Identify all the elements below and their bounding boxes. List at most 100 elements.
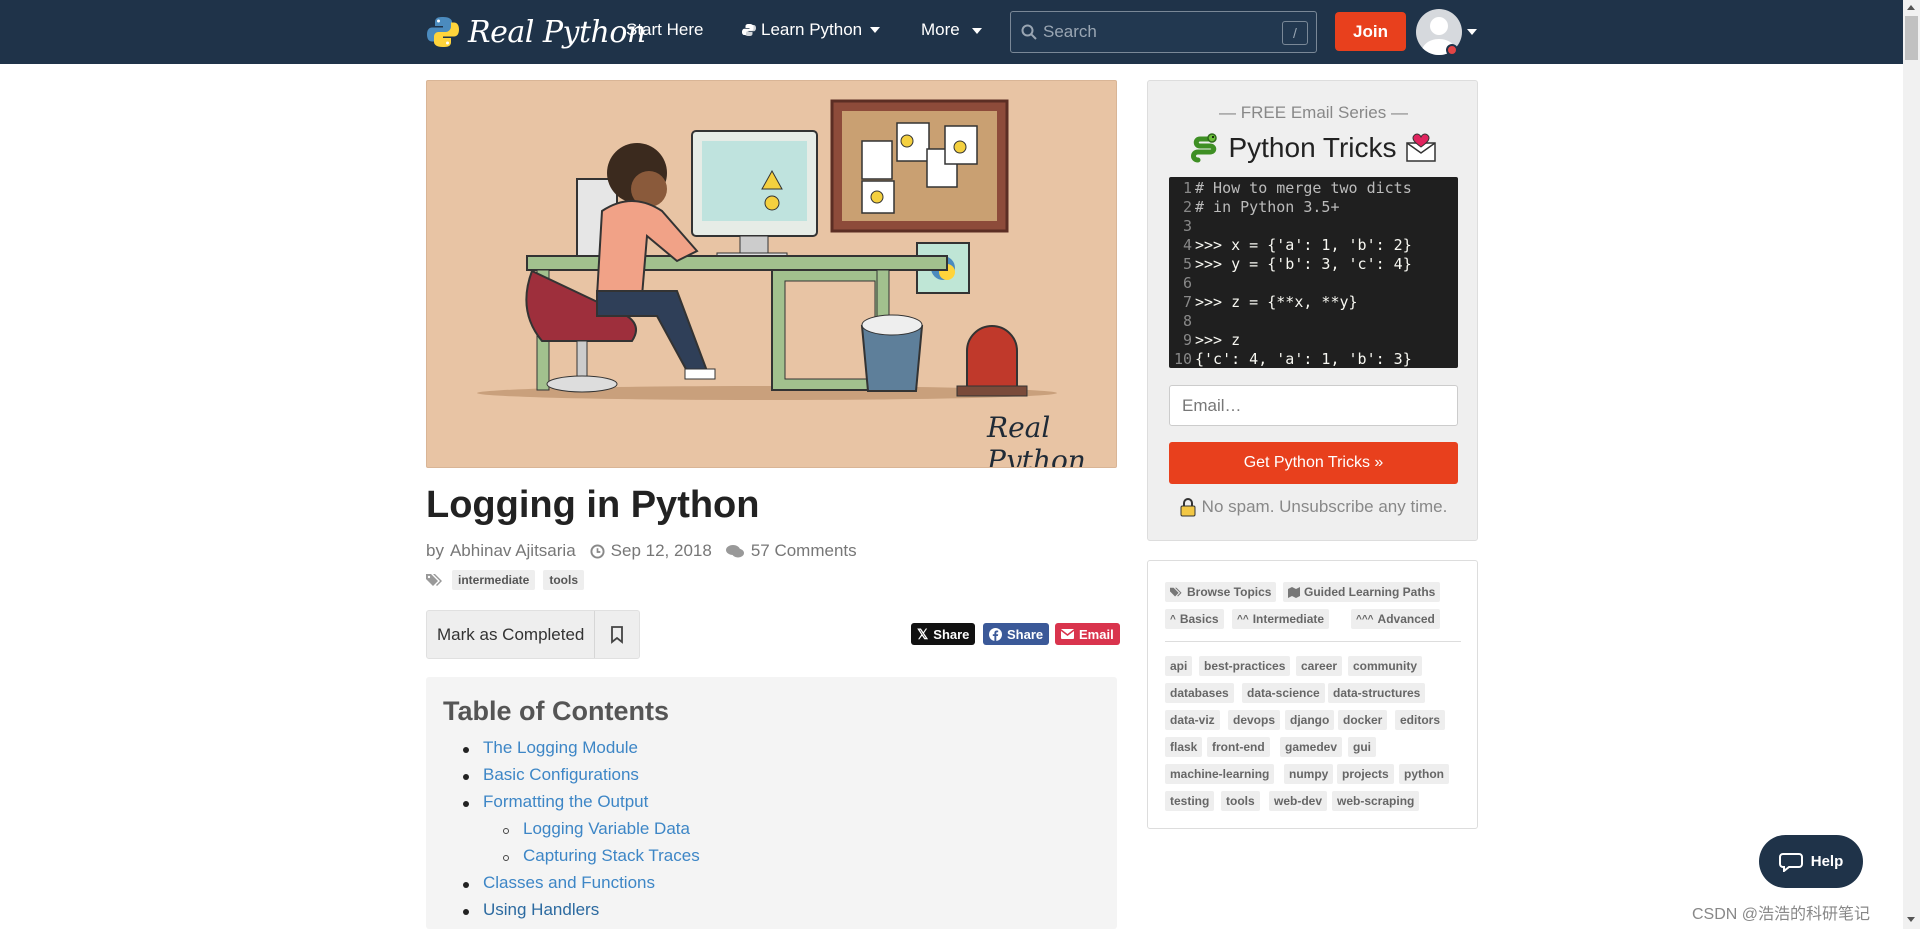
- topic-tag[interactable]: data-viz: [1165, 710, 1220, 730]
- share-x-button[interactable]: 𝕏 Share: [911, 623, 976, 645]
- toc-item[interactable]: Basic Configurations: [483, 765, 639, 785]
- tags-icon: [426, 573, 442, 586]
- brand-name: Real Python: [468, 14, 646, 50]
- code-line: 5 >>> y = {'b': 3, 'c': 4}: [1182, 255, 1412, 273]
- snake-icon: [1191, 133, 1218, 163]
- python-mini-icon: [742, 24, 756, 36]
- tag-chip[interactable]: intermediate: [452, 570, 536, 590]
- topic-tag[interactable]: django: [1285, 710, 1335, 730]
- map-icon: [1288, 586, 1300, 598]
- code-snippet: 1 # How to merge two dicts 2 # in Python 3…: [1169, 177, 1458, 368]
- nav-more-label: More: [921, 20, 960, 39]
- bookmark-button[interactable]: [595, 611, 639, 658]
- mark-completed-button[interactable]: Mark as Completed: [426, 610, 640, 659]
- topic-tag[interactable]: career: [1296, 656, 1343, 676]
- no-spam-text: No spam. Unsubscribe any time.: [1201, 497, 1448, 516]
- topic-tag[interactable]: gui: [1348, 737, 1376, 757]
- topic-tag[interactable]: machine-learning: [1165, 764, 1275, 784]
- share-facebook-label: Share: [1007, 626, 1044, 642]
- topic-tag[interactable]: tools: [1221, 791, 1260, 811]
- topic-tag[interactable]: devops: [1228, 710, 1281, 730]
- chevron-down-icon: [870, 27, 881, 33]
- publish-date: Sep 12, 2018: [610, 541, 712, 560]
- csdn-watermark: CSDN @浩浩的科研笔记: [1692, 906, 1871, 923]
- toc-item[interactable]: The Logging Module: [483, 738, 638, 758]
- code-line: 9 >>> z: [1182, 331, 1241, 349]
- toc-item[interactable]: Classes and Functions: [483, 873, 655, 893]
- comments-icon: [725, 544, 744, 557]
- topic-tag[interactable]: data-structures: [1328, 683, 1426, 703]
- topic-tag[interactable]: flask: [1165, 737, 1203, 757]
- topic-tag[interactable]: projects: [1337, 764, 1394, 784]
- chevron-up-icon: ^: [1170, 613, 1176, 625]
- level-intermediate-link[interactable]: ^^ Intermediate: [1232, 609, 1330, 629]
- table-of-contents: Table of Contents The Logging Module Bas…: [426, 677, 1117, 929]
- toc-subitem[interactable]: Capturing Stack Traces: [523, 846, 700, 866]
- page-title: Logging in Python: [426, 484, 760, 526]
- comments-link[interactable]: 57 Comments: [751, 541, 857, 561]
- list-bullet: [503, 855, 509, 861]
- email-field[interactable]: [1169, 385, 1458, 426]
- share-email-button[interactable]: Email: [1055, 623, 1120, 645]
- browse-topics-link[interactable]: Browse Topics: [1165, 582, 1277, 602]
- learning-paths-link[interactable]: Guided Learning Paths: [1283, 582, 1441, 602]
- scroll-down-arrow-icon[interactable]: [1907, 917, 1915, 922]
- search-icon: [1021, 24, 1037, 40]
- list-bullet: [503, 828, 509, 834]
- brand-link[interactable]: Real Python: [426, 12, 646, 52]
- topic-tag[interactable]: editors: [1395, 710, 1446, 730]
- nav-more[interactable]: More: [921, 20, 983, 40]
- topic-tag[interactable]: api: [1165, 656, 1193, 676]
- topic-tag[interactable]: numpy: [1284, 764, 1334, 784]
- topic-tag[interactable]: web-scraping: [1332, 791, 1420, 811]
- scrollbar-thumb[interactable]: [1905, 16, 1918, 60]
- topic-tag[interactable]: front-end: [1207, 737, 1270, 757]
- envelope-icon: [1061, 629, 1074, 639]
- code-line: 4 >>> x = {'a': 1, 'b': 2}: [1182, 236, 1412, 254]
- search-box[interactable]: /: [1010, 11, 1317, 53]
- triple-chevron-up-icon: ^^^: [1356, 613, 1374, 625]
- topic-tag[interactable]: data-science: [1242, 683, 1325, 703]
- topic-tag[interactable]: databases: [1165, 683, 1234, 703]
- nav-learn-python[interactable]: Learn Python: [742, 20, 881, 40]
- tag-chip[interactable]: tools: [543, 570, 585, 590]
- join-button[interactable]: Join: [1335, 12, 1406, 51]
- search-input[interactable]: [1043, 20, 1263, 44]
- code-line: 6: [1182, 274, 1192, 292]
- topics-panel: Browse Topics Guided Learning Paths ^ Ba…: [1147, 560, 1478, 829]
- topic-tag[interactable]: best-practices: [1199, 656, 1291, 676]
- nav-start-here[interactable]: Start Here: [626, 20, 703, 40]
- get-python-tricks-button[interactable]: Get Python Tricks »: [1169, 442, 1458, 484]
- python-tricks-signup: — FREE Email Series — Python Tricks 1 # H…: [1147, 80, 1478, 541]
- author-link[interactable]: Abhinav Ajitsaria: [450, 541, 576, 561]
- topic-tag[interactable]: gamedev: [1280, 737, 1343, 757]
- love-letter-icon: [1405, 133, 1436, 162]
- search-shortcut-hint: /: [1282, 21, 1308, 45]
- level-advanced-link[interactable]: ^^^ Advanced: [1351, 609, 1440, 629]
- hero-brand-mark: Real Python: [987, 411, 1086, 468]
- scroll-up-arrow-icon[interactable]: [1907, 5, 1915, 10]
- topic-tag[interactable]: web-dev: [1269, 791, 1328, 811]
- article-meta: by Abhinav Ajitsaria Sep 12, 2018 57 Com…: [426, 541, 857, 561]
- topics-divider: [1165, 641, 1461, 642]
- list-bullet: [463, 882, 469, 888]
- python-tricks-title: Python Tricks: [1228, 132, 1397, 163]
- code-line: 7 >>> z = {**x, **y}: [1182, 293, 1358, 311]
- topic-tag[interactable]: community: [1348, 656, 1423, 676]
- help-button[interactable]: Help: [1759, 835, 1863, 888]
- page-scrollbar[interactable]: [1903, 0, 1920, 929]
- toc-subitem[interactable]: Logging Variable Data: [523, 819, 690, 839]
- topic-tag[interactable]: python: [1399, 764, 1449, 784]
- facebook-icon: [989, 627, 1002, 641]
- topic-tag[interactable]: testing: [1165, 791, 1215, 811]
- author-prefix: by: [426, 541, 444, 560]
- toc-item[interactable]: Formatting the Output: [483, 792, 648, 812]
- toc-item[interactable]: Using Handlers: [483, 900, 599, 920]
- list-bullet: [463, 909, 469, 915]
- list-bullet: [463, 747, 469, 753]
- topic-tag[interactable]: docker: [1338, 710, 1388, 730]
- email-series-kicker: — FREE Email Series —: [1219, 103, 1408, 122]
- level-basics-link[interactable]: ^ Basics: [1165, 609, 1224, 629]
- share-facebook-button[interactable]: Share: [983, 623, 1050, 645]
- chevron-down-icon[interactable]: [1467, 29, 1477, 35]
